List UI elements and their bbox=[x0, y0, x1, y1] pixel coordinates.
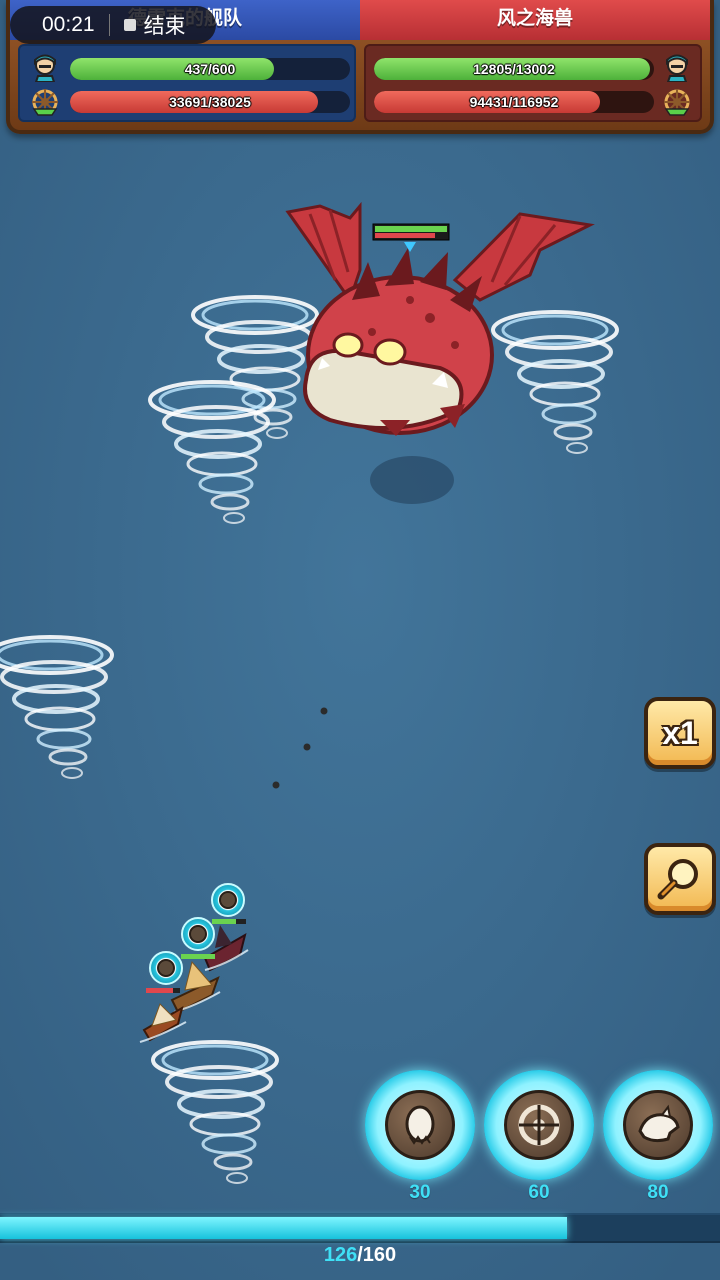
monster-shadow bbox=[370, 456, 454, 504]
ship-3-skill-marker[interactable] bbox=[211, 883, 245, 917]
ship-wheel-icon bbox=[32, 89, 58, 116]
skill-3-cost: 80 bbox=[647, 1182, 669, 1203]
cannonball bbox=[272, 781, 280, 789]
speed-label: x1 bbox=[662, 714, 698, 751]
player-stats-panel: 437/600 33691/38025 bbox=[18, 44, 356, 122]
player-ship-text: 33691/38025 bbox=[169, 94, 251, 110]
pirate-head-icon bbox=[34, 54, 56, 82]
skill-2-cost: 60 bbox=[528, 1182, 550, 1203]
end-button[interactable]: 结束 bbox=[144, 10, 186, 40]
ship-1-health-bar bbox=[146, 988, 180, 993]
ship-3-health-bar bbox=[212, 919, 246, 924]
enemy-crew-text: 12805/13002 bbox=[473, 61, 555, 77]
energy-current: 126 bbox=[323, 1244, 358, 1266]
energy-max: 160 bbox=[362, 1244, 397, 1266]
enemy-stats-panel: 12805/13002 94431/116952 bbox=[364, 44, 702, 122]
ship-2-health-bar bbox=[181, 954, 215, 959]
cannonball bbox=[320, 707, 328, 715]
ship-1-skill-marker[interactable] bbox=[149, 951, 183, 985]
enemy-ship-text: 94431/116952 bbox=[469, 94, 559, 110]
battle-sea bbox=[0, 0, 720, 1280]
ship-2-skill-marker[interactable] bbox=[181, 917, 215, 951]
pirate-head-icon bbox=[666, 54, 688, 82]
wheel-skill-icon bbox=[504, 1090, 574, 1160]
skill-1-cost: 30 bbox=[409, 1182, 431, 1203]
speed-button[interactable]: x1 bbox=[644, 697, 716, 769]
beast-skill-icon bbox=[623, 1090, 693, 1160]
player-crew-text: 437/600 bbox=[184, 61, 236, 77]
energy-fill bbox=[0, 1217, 567, 1239]
battle-timer: 00:21 bbox=[42, 13, 95, 36]
magnifier-icon bbox=[657, 859, 698, 900]
energy-bar bbox=[0, 1213, 720, 1243]
energy-readout: 126/160 bbox=[0, 1244, 720, 1267]
egg-skill-icon bbox=[385, 1090, 455, 1160]
enemy-ship-bar: 94431/116952 bbox=[374, 91, 654, 113]
ship-wheel-icon bbox=[664, 89, 690, 116]
enemy-crew-bar: 12805/13002 bbox=[374, 58, 654, 80]
cannonball bbox=[303, 743, 311, 751]
skill-1-button[interactable] bbox=[365, 1070, 475, 1180]
recording-status: 00:21 结束 bbox=[10, 6, 216, 44]
zoom-button[interactable] bbox=[644, 843, 716, 915]
skill-2-button[interactable] bbox=[484, 1070, 594, 1180]
player-ship-bar: 33691/38025 bbox=[70, 91, 350, 113]
skill-3-button[interactable] bbox=[603, 1070, 713, 1180]
enemy-team-name: 风之海兽 bbox=[360, 0, 710, 40]
status-divider bbox=[108, 14, 110, 36]
stop-icon[interactable] bbox=[123, 19, 136, 31]
player-crew-bar: 437/600 bbox=[70, 58, 350, 80]
